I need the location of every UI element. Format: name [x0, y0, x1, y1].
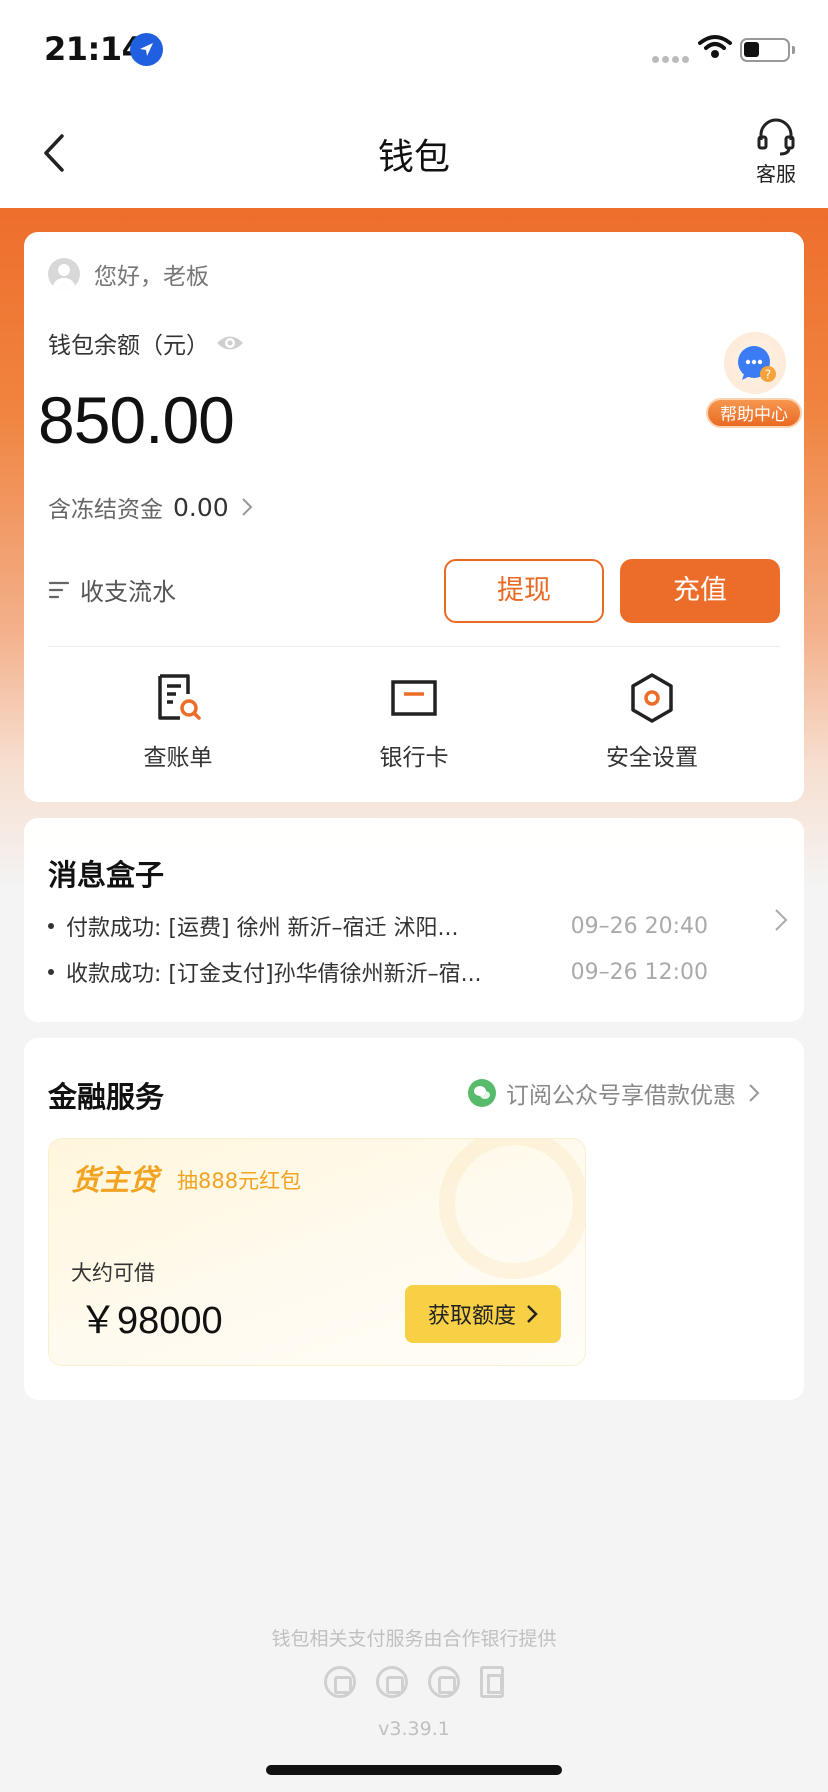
ledger-link[interactable]: 收支流水: [48, 572, 176, 607]
avatar: [48, 258, 80, 290]
list-icon: [48, 581, 70, 598]
withdraw-button[interactable]: 提现: [444, 559, 604, 623]
quick-action-security[interactable]: 安全设置: [552, 672, 752, 772]
balance-label-row: 钱包余额（元）: [48, 326, 245, 360]
frozen-funds-value: 0.00: [173, 492, 229, 522]
quick-action-bank-card[interactable]: 银行卡: [314, 672, 514, 772]
customer-service-button[interactable]: 客服: [750, 118, 802, 190]
subscribe-link[interactable]: 订阅公众号享借款优惠: [468, 1076, 760, 1110]
bullet: [48, 969, 54, 975]
greeting-text: 您好，老板: [94, 264, 209, 290]
message-text: 付款成功: [运费] 徐州 新沂–宿迁 沭阳...: [66, 916, 459, 941]
message-box-card[interactable]: 消息盒子 付款成功: [运费] 徐州 新沂–宿迁 沭阳... 09–26 20:…: [24, 818, 804, 1022]
location-arrow-icon: [130, 33, 163, 66]
divider: [48, 646, 780, 647]
help-center-button[interactable]: ? 帮助中心: [704, 332, 804, 432]
bullet: [48, 923, 54, 929]
app-version: v3.39.1: [378, 1718, 450, 1740]
loan-amount: ￥98000: [79, 1300, 223, 1342]
footer-note: 钱包相关支付服务由合作银行提供: [271, 1628, 557, 1650]
bank-card-icon: [391, 680, 437, 716]
message-time: 09–26 12:00: [570, 959, 708, 985]
home-indicator[interactable]: [266, 1765, 562, 1775]
chevron-right-icon: [775, 909, 788, 931]
message-text: 收款成功: [订金支付]孙华倩徐州新沂–宿...: [66, 962, 482, 987]
bank-logo-icon: [324, 1666, 356, 1698]
loan-product-name: 货主贷: [71, 1163, 159, 1197]
eye-icon[interactable]: [215, 332, 245, 354]
loan-promo: 抽888元红包: [177, 1169, 302, 1193]
quick-action-label: 查账单: [143, 745, 213, 771]
coin-watermark-icon: [439, 1139, 585, 1279]
chevron-right-icon: [527, 1305, 538, 1323]
nav-header: 钱包 客服: [0, 100, 828, 208]
greeting-row: 您好，老板: [48, 256, 209, 292]
message-time: 09–26 20:40: [570, 913, 708, 939]
loan-estimate-label: 大约可借: [71, 1261, 155, 1285]
quick-action-bills[interactable]: 查账单: [78, 672, 278, 772]
section-title: 消息盒子: [48, 858, 165, 892]
security-hexagon-icon: [631, 673, 673, 723]
quick-action-label: 安全设置: [606, 745, 698, 771]
wallet-card: 您好，老板 钱包余额（元） 850.00 含冻结资金 0.00 ? 帮助中心 收…: [24, 232, 804, 802]
balance-label: 钱包余额（元）: [48, 333, 209, 359]
loan-card[interactable]: 货主贷 抽888元红包 大约可借 ￥98000 获取额度: [48, 1138, 586, 1366]
frozen-funds-row[interactable]: 含冻结资金 0.00: [48, 490, 253, 524]
status-time: 21:14: [44, 30, 144, 68]
frozen-funds-label: 含冻结资金: [48, 497, 163, 523]
finance-card: 金融服务 订阅公众号享借款优惠 货主贷 抽888元红包 大约可借 ￥98000 …: [24, 1038, 804, 1400]
help-center-label: 帮助中心: [706, 398, 802, 428]
bank-logo-icon: [428, 1666, 460, 1698]
ledger-label: 收支流水: [80, 578, 176, 606]
chevron-right-icon: [241, 498, 253, 516]
partner-bank-logos: [324, 1666, 504, 1700]
get-credit-label: 获取额度: [427, 1304, 516, 1329]
get-credit-button[interactable]: 获取额度: [405, 1285, 561, 1343]
recharge-button[interactable]: 充值: [620, 559, 780, 623]
page-title: 钱包: [377, 137, 450, 178]
customer-service-label: 客服: [756, 162, 796, 186]
headset-icon: [757, 118, 795, 156]
battery-icon: [740, 38, 795, 62]
status-bar: 21:14: [0, 0, 828, 100]
balance-amount: 850.00: [38, 383, 235, 457]
quick-action-label: 银行卡: [379, 745, 449, 771]
subscribe-link-label: 订阅公众号享借款优惠: [506, 1083, 736, 1109]
chevron-right-icon: [749, 1084, 760, 1102]
help-chat-icon: ?: [724, 332, 786, 394]
svg-text:?: ?: [765, 368, 771, 382]
bank-logo-icon: [376, 1666, 408, 1698]
bank-logo-icon: [480, 1666, 504, 1698]
wifi-icon: [698, 35, 732, 58]
cellular-signal-icon: [652, 48, 692, 63]
list-item[interactable]: 付款成功: [运费] 徐州 新沂–宿迁 沭阳... 09–26 20:40: [48, 910, 708, 942]
wechat-icon: [468, 1079, 496, 1107]
list-item[interactable]: 收款成功: [订金支付]孙华倩徐州新沂–宿... 09–26 12:00: [48, 956, 708, 988]
section-title: 金融服务: [48, 1080, 165, 1114]
bill-search-icon: [158, 674, 201, 720]
